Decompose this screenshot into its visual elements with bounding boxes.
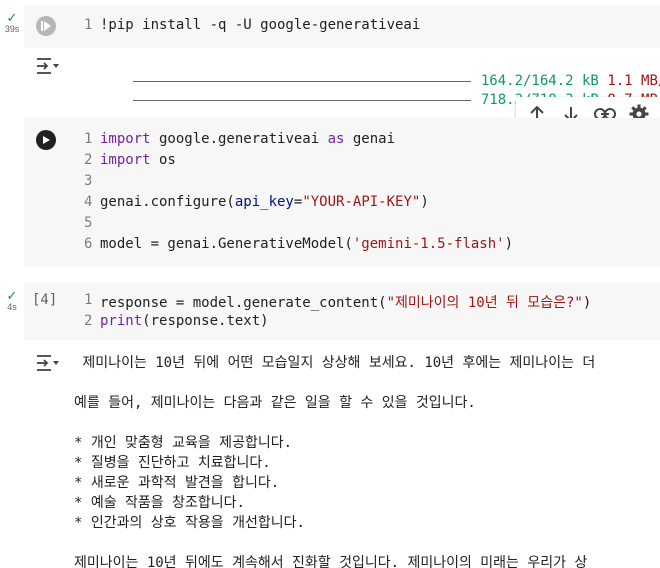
line-number: 1 [84,17,93,33]
output-line: 예를 들어, 제미나이는 다음과 같은 일을 할 수 있을 것입니다. [74,395,476,411]
code-token: google.generativeai [150,131,328,147]
output-bullet: * 개인 맞춤형 교육을 제공합니다. [74,435,293,451]
execution-count: [4] [32,292,58,308]
output-toggle-icon[interactable] [36,56,60,76]
cell-1-status: ✓ 39s [2,10,22,34]
param-token: api_key [234,194,294,210]
output-line: 제미나이는 10년 뒤에 어떤 모습일지 상상해 보세요. 10년 후에는 제미… [74,355,596,371]
output-bullet: * 새로운 과학적 발견을 합니다. [74,475,280,491]
keyword: as [327,131,345,147]
code-line[interactable]: import google.generativeai as genai [100,131,395,147]
code-token: ) [504,236,514,252]
run-cell-icon[interactable] [36,16,56,36]
progress-bar [132,99,471,101]
output-toggle-icon[interactable] [36,353,60,373]
code-token: os [150,152,176,168]
line-number: 2 [84,313,93,329]
cell-exec-time: 4s [7,302,17,312]
code-token: ) [420,194,429,210]
code-token: model = genai.GenerativeModel( [100,236,353,252]
line-number: 1 [84,292,93,308]
keyword: import [100,152,151,168]
line-number: 4 [84,194,93,210]
code-line[interactable]: print(response.text) [100,313,269,329]
line-number: 2 [84,152,93,168]
code-line[interactable]: !pip install -q -U google-generativeai [100,17,420,33]
line-number: 5 [84,215,93,231]
code-token: response = model.generate_content( [100,295,387,311]
string-token: "YOUR-API-KEY" [302,194,421,210]
code-line[interactable]: genai.configure(api_key="YOUR-API-KEY") [100,194,429,210]
keyword: import [100,131,151,147]
string-token: 'gemini-1.5-flash' [352,236,505,252]
line-number: 1 [84,131,93,147]
cell-3-status: ✓ 4s [2,288,22,312]
line-number: 6 [84,236,93,252]
run-cell-icon[interactable] [36,130,56,150]
code-token: (response.text) [142,313,269,329]
keyword: print [100,313,143,329]
check-icon: ✓ [6,10,18,25]
cell-exec-time: 39s [4,24,20,34]
line-number: 3 [84,173,93,189]
code-line[interactable]: model = genai.GenerativeModel('gemini-1.… [100,236,513,252]
code-token: ) [582,295,592,311]
code-line[interactable]: response = model.generate_content("제미나이의… [100,292,591,312]
output-area: 제미나이는 10년 뒤에 어떤 모습일지 상상해 보세요. 10년 후에는 제미… [74,352,660,568]
output-bullet: * 질병을 진단하고 치료합니다. [74,455,271,471]
code-token: genai.configure( [100,194,235,210]
string-token: "제미나이의 10년 뒤 모습은?" [386,295,583,311]
code-token: genai [344,131,396,147]
check-icon: ✓ [6,288,18,303]
output-bullet: * 인간과의 상호 작용을 개선합니다. [74,515,305,531]
code-line[interactable]: import os [100,152,176,168]
output-bullet: * 예술 작품을 창조합니다. [74,495,245,511]
code-cell-1[interactable]: 1 !pip install -q -U google-generativeai [24,6,660,48]
output-line: 제미나이는 10년 뒤에도 계속해서 진화할 것입니다. 제미나이의 미래는 우… [74,555,588,568]
